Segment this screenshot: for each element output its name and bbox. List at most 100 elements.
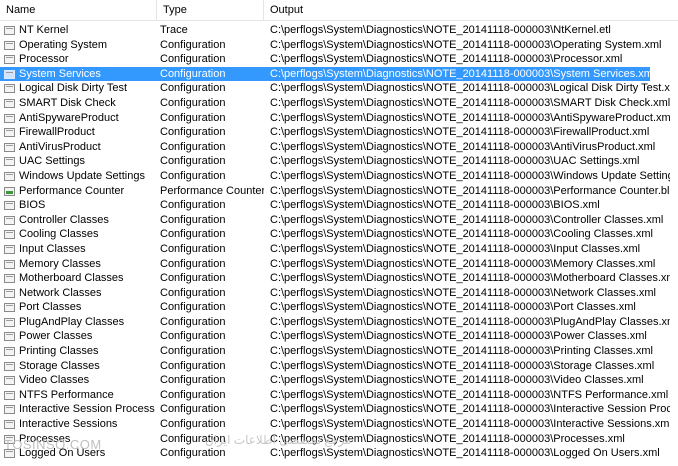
item-type: Configuration <box>160 418 226 431</box>
item-type: Performance Counter <box>160 184 264 197</box>
config-icon-glyph <box>4 303 15 313</box>
list-item[interactable]: PlugAndPlay Classes Configuration C:\perfl… <box>0 315 678 330</box>
config-icon-glyph <box>4 274 15 284</box>
list-item[interactable]: Operating System Configuration C:\perflogs… <box>0 38 678 53</box>
item-type: Configuration <box>160 96 226 109</box>
item-name: Printing Classes <box>19 345 99 358</box>
list-item[interactable]: Printing Classes Configuration C:\perflogs… <box>0 344 678 359</box>
item-name: FirewallProduct <box>19 126 95 139</box>
list-item[interactable]: Network Classes Configuration C:\perflogs\… <box>0 286 678 301</box>
list-item[interactable]: Video Classes Configuration C:\perflogs\Sy… <box>0 373 678 388</box>
list-item[interactable]: AntiVirusProduct Configuration C:\perflogs… <box>0 140 678 155</box>
item-name: System Services <box>19 67 101 80</box>
list-item[interactable]: Interactive Sessions Configuration C:\perf… <box>0 417 678 432</box>
item-name: Port Classes <box>19 301 82 314</box>
item-name: Input Classes <box>19 242 86 255</box>
item-output: C:\perflogs\System\Diagnostics\NOTE_2014… <box>270 155 640 168</box>
item-output: C:\perflogs\System\Diagnostics\NOTE_2014… <box>270 126 650 139</box>
config-icon-glyph <box>4 69 15 79</box>
list-item[interactable]: Cooling Classes Configuration C:\perflogs\… <box>0 227 678 242</box>
item-type: Configuration <box>160 447 226 460</box>
config-icon-glyph <box>4 84 15 94</box>
column-header-bar: Name Type Output <box>0 0 678 21</box>
item-name: UAC Settings <box>19 155 86 168</box>
item-name: NTFS Performance <box>19 388 114 401</box>
config-icon-glyph <box>4 215 15 225</box>
item-type: Configuration <box>160 199 226 212</box>
item-name: Network Classes <box>19 286 102 299</box>
column-header-name[interactable]: Name <box>0 0 157 20</box>
item-output: C:\perflogs\System\Diagnostics\NOTE_2014… <box>270 388 669 401</box>
item-output: C:\perflogs\System\Diagnostics\NOTE_2014… <box>270 184 670 197</box>
list-item[interactable]: UAC Settings Configuration C:\perflogs\Sys… <box>0 154 678 169</box>
item-name: Cooling Classes <box>19 228 99 241</box>
list-item[interactable]: Motherboard Classes Configuration C:\perfl… <box>0 271 678 286</box>
item-type: Configuration <box>160 242 226 255</box>
list-item[interactable]: NTFS Performance Configuration C:\perflogs… <box>0 388 678 403</box>
list-item[interactable]: Windows Update Settings Configuration C:\p… <box>0 169 678 184</box>
list-item[interactable]: AntiSpywareProduct Configuration C:\perflo… <box>0 111 678 126</box>
item-output: C:\perflogs\System\Diagnostics\NOTE_2014… <box>270 24 611 36</box>
list-item[interactable]: NT Kernel Trace C:\perflogs\System\Diagnos… <box>0 23 678 38</box>
item-output: C:\perflogs\System\Diagnostics\NOTE_2014… <box>270 359 655 372</box>
config-icon-glyph <box>4 230 15 240</box>
config-icon-glyph <box>4 113 15 123</box>
item-type: Configuration <box>160 403 226 416</box>
list-item[interactable]: Logical Disk Dirty Test Configuration C:\p… <box>0 81 678 96</box>
item-type: Configuration <box>160 374 226 387</box>
item-name: SMART Disk Check <box>19 96 116 109</box>
item-type: Configuration <box>160 67 226 80</box>
list-item[interactable]: Performance Counter Performance Counter C:… <box>0 184 678 199</box>
item-type: Configuration <box>160 272 226 285</box>
item-type: Configuration <box>160 301 226 314</box>
list-item[interactable]: BIOS Configuration C:\perflogs\System\Diag… <box>0 198 678 213</box>
item-output: C:\perflogs\System\Diagnostics\NOTE_2014… <box>270 272 670 285</box>
config-icon-glyph <box>4 128 15 138</box>
item-name: PlugAndPlay Classes <box>19 315 125 328</box>
list-item[interactable]: Controller Classes Configuration C:\perflo… <box>0 213 678 228</box>
item-name: BIOS <box>19 199 46 212</box>
item-type: Configuration <box>160 315 226 328</box>
item-output: C:\perflogs\System\Diagnostics\NOTE_2014… <box>270 38 662 51</box>
list-item[interactable]: Processor Configuration C:\perflogs\System… <box>0 52 678 67</box>
item-type: Configuration <box>160 38 226 51</box>
list-item[interactable]: Memory Classes Configuration C:\perflogs\S… <box>0 257 678 272</box>
list-item[interactable]: FirewallProduct Configuration C:\perflogs\… <box>0 125 678 140</box>
item-output: C:\perflogs\System\Diagnostics\NOTE_2014… <box>270 169 670 182</box>
item-name: Power Classes <box>19 330 93 343</box>
list-item[interactable]: Interactive Session Processes Configurati… <box>0 402 678 417</box>
item-name: Processor <box>19 53 69 66</box>
config-icon-glyph <box>4 376 15 386</box>
item-output: C:\perflogs\System\Diagnostics\NOTE_2014… <box>270 447 660 460</box>
item-output: C:\perflogs\System\Diagnostics\NOTE_2014… <box>270 374 644 387</box>
config-icon-glyph <box>4 201 15 211</box>
list-item[interactable]: Power Classes Configuration C:\perflogs\Sy… <box>0 329 678 344</box>
watermark-text: TOSINSO.COM <box>4 437 102 452</box>
column-header-output[interactable]: Output <box>264 0 678 20</box>
list-item[interactable]: System Services Configuration C:\perflogs\… <box>0 66 655 82</box>
item-type: Configuration <box>160 257 226 270</box>
list-item[interactable]: Storage Classes Configuration C:\perflogs\… <box>0 359 678 374</box>
item-output: C:\perflogs\System\Diagnostics\NOTE_2014… <box>270 140 656 153</box>
document-icon-glyph <box>4 26 15 35</box>
item-name: Performance Counter <box>19 184 125 197</box>
column-header-type[interactable]: Type <box>157 0 264 20</box>
item-type: Configuration <box>160 82 226 95</box>
item-name: Motherboard Classes <box>19 272 124 285</box>
item-type: Configuration <box>160 359 226 372</box>
item-name: Memory Classes <box>19 257 101 270</box>
item-output: C:\perflogs\System\Diagnostics\NOTE_2014… <box>270 96 670 109</box>
config-icon-glyph <box>4 347 15 357</box>
item-output: C:\perflogs\System\Diagnostics\NOTE_2014… <box>270 53 623 66</box>
item-output: C:\perflogs\System\Diagnostics\NOTE_2014… <box>270 228 653 241</box>
config-icon-glyph <box>4 40 15 50</box>
config-icon-glyph <box>4 405 15 415</box>
list-item[interactable]: SMART Disk Check Configuration C:\perflogs… <box>0 96 678 111</box>
list-item[interactable]: Input Classes Configuration C:\perflogs\Sy… <box>0 242 678 257</box>
list-item[interactable]: Port Classes Configuration C:\perflogs\Sys… <box>0 300 678 315</box>
item-output: C:\perflogs\System\Diagnostics\NOTE_2014… <box>270 315 670 328</box>
item-type: Configuration <box>160 345 226 358</box>
item-type: Configuration <box>160 286 226 299</box>
item-output: C:\perflogs\System\Diagnostics\NOTE_2014… <box>270 111 670 124</box>
item-name: Storage Classes <box>19 359 100 372</box>
